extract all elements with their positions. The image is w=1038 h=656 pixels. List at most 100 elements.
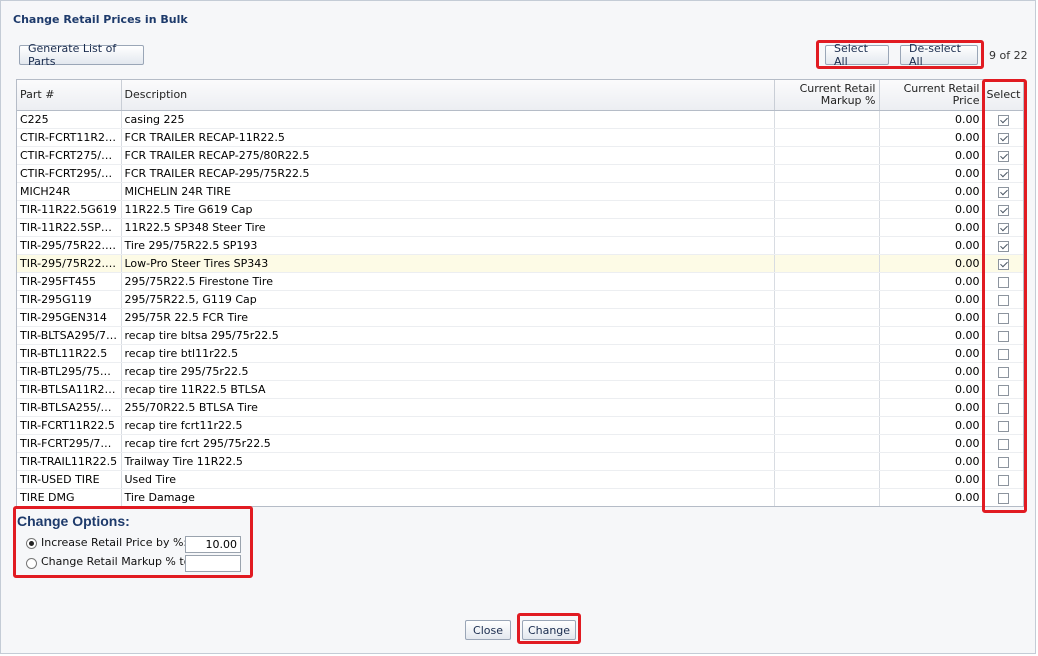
row-select-checkbox[interactable] <box>998 222 1009 234</box>
cell-part: TIR-295/75R22.5S... <box>17 236 122 255</box>
cell-price: 0.00 <box>879 416 984 435</box>
row-select-checkbox[interactable] <box>998 276 1009 288</box>
table-row[interactable]: CTIR-FCRT11R22.5 FCR TRAILER RECAP-11R22.… <box>17 128 1023 147</box>
cell-description: casing 225 <box>121 110 775 129</box>
col-header-select[interactable]: Select <box>983 80 1023 111</box>
cell-markup <box>774 110 880 129</box>
table-row[interactable]: TIR-295GEN314 295/75R 22.5 FCR Tire 0.00 <box>17 308 1023 327</box>
cell-part: CTIR-FCRT11R22.5 <box>17 128 122 147</box>
row-select-checkbox[interactable] <box>998 456 1009 468</box>
cell-markup <box>774 200 880 219</box>
cell-part: TIR-BTL295/75R2... <box>17 362 122 381</box>
cell-select <box>983 488 1023 506</box>
table-row[interactable]: C225 casing 225 0.00 <box>17 110 1023 129</box>
cell-description: 11R22.5 SP348 Steer Tire <box>121 218 775 237</box>
cell-price: 0.00 <box>879 308 984 327</box>
cell-markup <box>774 290 880 309</box>
cell-select <box>983 362 1023 381</box>
col-header-markup[interactable]: Current Retail Markup % <box>774 80 880 111</box>
table-row[interactable]: CTIR-FCRT295/75... FCR TRAILER RECAP-295/… <box>17 164 1023 183</box>
cell-description: FCR TRAILER RECAP-295/75R22.5 <box>121 164 775 183</box>
row-select-checkbox[interactable] <box>998 438 1009 450</box>
table-row[interactable]: MICH24R MICHELIN 24R TIRE 0.00 <box>17 182 1023 201</box>
cell-description: recap tire 11R22.5 BTLSA <box>121 380 775 399</box>
row-select-checkbox[interactable] <box>998 186 1009 198</box>
increase-price-input[interactable] <box>185 536 241 553</box>
table-row[interactable]: TIR-11R22.5G619 11R22.5 Tire G619 Cap 0.00 <box>17 200 1023 219</box>
change-markup-radio[interactable] <box>26 558 37 569</box>
row-select-checkbox[interactable] <box>998 168 1009 180</box>
table-row[interactable]: TIR-295/75R22.5S... Low-Pro Steer Tires S… <box>17 254 1023 273</box>
table-row[interactable]: TIR-295G119 295/75R22.5, G119 Cap 0.00 <box>17 290 1023 309</box>
cell-select <box>983 272 1023 291</box>
table-row[interactable]: TIR-BTLSA11R22.5 recap tire 11R22.5 BTLSA… <box>17 380 1023 399</box>
cell-description: MICHELIN 24R TIRE <box>121 182 775 201</box>
table-row[interactable]: TIR-TRAIL11R22.5 Trailway Tire 11R22.5 0.0… <box>17 452 1023 471</box>
row-select-checkbox[interactable] <box>998 258 1009 270</box>
cell-price: 0.00 <box>879 146 984 165</box>
row-select-checkbox[interactable] <box>998 330 1009 342</box>
cell-description: recap tire bltsa 295/75r22.5 <box>121 326 775 345</box>
deselect-all-button[interactable]: De-select All <box>900 42 978 68</box>
row-select-checkbox[interactable] <box>998 312 1009 324</box>
row-select-checkbox[interactable] <box>998 114 1009 126</box>
row-select-checkbox[interactable] <box>998 240 1009 252</box>
table-row[interactable]: TIR-BLTSA295/75... recap tire bltsa 295/7… <box>17 326 1023 345</box>
cell-markup <box>774 416 880 435</box>
table-row[interactable]: TIR-295/75R22.5S... Tire 295/75R22.5 SP19… <box>17 236 1023 255</box>
table-row[interactable]: TIR-11R22.5SP348 11R22.5 SP348 Steer Tire… <box>17 218 1023 237</box>
row-select-checkbox[interactable] <box>998 150 1009 162</box>
row-select-checkbox[interactable] <box>998 204 1009 216</box>
table-row[interactable]: TIR-FCRT11R22.5 recap tire fcrt11r22.5 0.0… <box>17 416 1023 435</box>
cell-price: 0.00 <box>879 344 984 363</box>
row-select-checkbox[interactable] <box>998 474 1009 486</box>
dialog-title: Change Retail Prices in Bulk <box>13 13 188 26</box>
col-header-price[interactable]: Current Retail Price <box>879 80 984 111</box>
change-button[interactable]: Change <box>522 620 576 640</box>
cell-description: Tire Damage <box>121 488 775 506</box>
row-select-checkbox[interactable] <box>998 366 1009 378</box>
selection-count: 9 of 22 <box>989 49 1028 62</box>
cell-markup <box>774 218 880 237</box>
change-markup-input[interactable] <box>185 555 241 572</box>
table-row[interactable]: TIRE DMG Tire Damage 0.00 <box>17 488 1023 506</box>
table-row[interactable]: TIR-295FT455 295/75R22.5 Firestone Tire 0.… <box>17 272 1023 291</box>
cell-part: TIR-BTLSA11R22.5 <box>17 380 122 399</box>
cell-price: 0.00 <box>879 164 984 183</box>
row-select-checkbox[interactable] <box>998 402 1009 414</box>
col-header-part[interactable]: Part # <box>17 80 122 111</box>
cell-description: FCR TRAILER RECAP-11R22.5 <box>121 128 775 147</box>
table-row[interactable]: TIR-FCRT295/75R... recap tire fcrt 295/75… <box>17 434 1023 453</box>
table-row[interactable]: CTIR-FCRT275/80... FCR TRAILER RECAP-275/… <box>17 146 1023 165</box>
cell-markup <box>774 146 880 165</box>
cell-select <box>983 254 1023 273</box>
cell-description: 295/75R22.5, G119 Cap <box>121 290 775 309</box>
cell-select <box>983 398 1023 417</box>
cell-price: 0.00 <box>879 398 984 417</box>
select-all-button[interactable]: Select All <box>825 42 889 68</box>
cell-markup <box>774 182 880 201</box>
increase-price-radio[interactable] <box>26 538 37 549</box>
cell-markup <box>774 488 880 506</box>
generate-list-button[interactable]: Generate List of Parts <box>19 42 144 68</box>
row-select-checkbox[interactable] <box>998 294 1009 306</box>
table-row[interactable]: TIR-BTL295/75R2... recap tire 295/75r22.5… <box>17 362 1023 381</box>
row-select-checkbox[interactable] <box>998 420 1009 432</box>
cell-part: TIR-11R22.5SP348 <box>17 218 122 237</box>
row-select-checkbox[interactable] <box>998 384 1009 396</box>
table-row[interactable]: TIR-BTLSA255/70... 255/70R22.5 BTLSA Tire… <box>17 398 1023 417</box>
cell-markup <box>774 380 880 399</box>
row-select-checkbox[interactable] <box>998 348 1009 360</box>
row-select-checkbox[interactable] <box>998 132 1009 144</box>
cell-price: 0.00 <box>879 290 984 309</box>
col-header-description[interactable]: Description <box>121 80 775 111</box>
close-button[interactable]: Close <box>465 620 511 640</box>
cell-price: 0.00 <box>879 452 984 471</box>
table-row[interactable]: TIR-USED TIRE Used Tire 0.00 <box>17 470 1023 489</box>
cell-description: recap tire fcrt11r22.5 <box>121 416 775 435</box>
table-row[interactable]: TIR-BTL11R22.5 recap tire btl11r22.5 0.00 <box>17 344 1023 363</box>
cell-select <box>983 308 1023 327</box>
cell-markup <box>774 434 880 453</box>
cell-select <box>983 434 1023 453</box>
row-select-checkbox[interactable] <box>998 492 1009 504</box>
